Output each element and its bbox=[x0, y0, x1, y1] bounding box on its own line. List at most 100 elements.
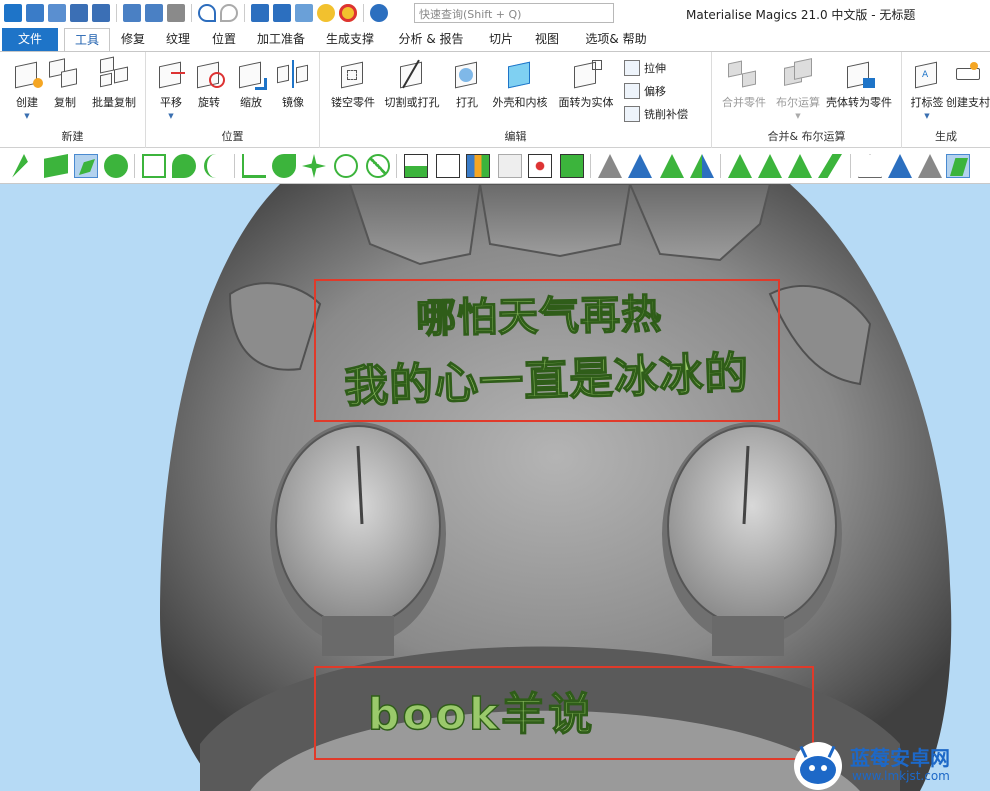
select-part-icon[interactable] bbox=[251, 4, 269, 22]
select-wave-icon[interactable] bbox=[242, 154, 266, 178]
shell-to-part-button[interactable]: 壳体转为零件 bbox=[824, 58, 894, 110]
delete-triangle-icon[interactable] bbox=[728, 154, 752, 178]
tab-generate-support[interactable]: 生成支撑 bbox=[320, 28, 380, 51]
separator bbox=[191, 4, 192, 22]
label-label: 打标签 bbox=[910, 96, 944, 109]
cube-color-icon[interactable] bbox=[466, 154, 490, 178]
save-icon[interactable] bbox=[70, 4, 88, 22]
hollow-part-icon bbox=[337, 58, 369, 90]
select-triangle-icon[interactable] bbox=[12, 154, 36, 178]
tab-options-help[interactable]: 选项& 帮助 bbox=[580, 28, 652, 51]
select-box-icon[interactable] bbox=[142, 154, 166, 178]
shell-core-button[interactable]: 外壳和内核 bbox=[490, 58, 550, 110]
triangle-blue-icon[interactable] bbox=[628, 154, 652, 178]
select-sector-icon[interactable] bbox=[366, 154, 390, 178]
embossed-text-line3: book羊说 bbox=[367, 688, 596, 740]
triangle-flip-icon[interactable] bbox=[660, 154, 684, 178]
new-file-icon[interactable] bbox=[26, 4, 44, 22]
settings-gear-icon[interactable] bbox=[370, 4, 388, 22]
boolean-op-button[interactable]: 布尔运算 ▼ bbox=[770, 58, 826, 120]
hide-triangle-icon[interactable] bbox=[858, 154, 882, 178]
select-star-icon[interactable] bbox=[302, 154, 326, 178]
cube-green-icon[interactable] bbox=[404, 154, 428, 178]
save-as-icon[interactable] bbox=[92, 4, 110, 22]
unload-part-icon[interactable] bbox=[167, 4, 185, 22]
cube-gray-icon[interactable] bbox=[498, 154, 522, 178]
3d-viewport[interactable]: 哪怕天气再热 我的心一直是冰冰的 book羊说 bbox=[0, 184, 990, 791]
copy-button[interactable]: 复制 bbox=[40, 58, 90, 110]
select-all-icon[interactable] bbox=[273, 4, 291, 22]
merge-parts-button[interactable]: 合并零件 bbox=[716, 58, 772, 110]
app-logo-icon[interactable] bbox=[4, 4, 22, 22]
tab-tools[interactable]: 工具 bbox=[64, 28, 110, 52]
quick-search-input[interactable]: 快速查询(Shift + Q) bbox=[414, 3, 614, 23]
expand-triangle-icon[interactable] bbox=[758, 154, 782, 178]
tab-analysis-report[interactable]: 分析 & 报告 bbox=[394, 28, 468, 51]
eye-left-base bbox=[322, 616, 394, 656]
hollow-part-button[interactable]: 镂空零件 bbox=[328, 58, 378, 110]
mill-compensation-icon bbox=[624, 106, 640, 122]
zoom-cancel-icon[interactable] bbox=[339, 4, 357, 22]
mill-comp-button[interactable]: 铣削补偿 bbox=[624, 106, 688, 122]
eye-right bbox=[667, 425, 837, 627]
batch-copy-label: 批量复制 bbox=[92, 96, 136, 109]
tab-position[interactable]: 位置 bbox=[204, 28, 244, 51]
invert-triangle-icon[interactable] bbox=[918, 154, 942, 178]
create-support-button[interactable]: 创建支村 bbox=[946, 58, 990, 110]
punch-icon bbox=[451, 58, 483, 90]
triangle-blue-green-icon[interactable] bbox=[690, 154, 714, 178]
copy-triangle-icon[interactable] bbox=[788, 154, 812, 178]
import-part-icon[interactable] bbox=[123, 4, 141, 22]
embossed-text-line1: 哪怕天气再热 bbox=[415, 291, 663, 343]
split-triangle-icon[interactable] bbox=[818, 154, 842, 178]
cube-white-icon[interactable] bbox=[436, 154, 460, 178]
cube-grid-icon[interactable] bbox=[560, 154, 584, 178]
undo-icon[interactable] bbox=[198, 4, 216, 22]
select-surface-icon[interactable] bbox=[74, 154, 98, 178]
cut-punch-button[interactable]: 切割或打孔 bbox=[382, 58, 442, 110]
select-shell-icon[interactable] bbox=[104, 154, 128, 178]
triangle-gray-icon[interactable] bbox=[598, 154, 622, 178]
chevron-down-icon[interactable]: ▼ bbox=[770, 112, 826, 120]
group-new: 创建 ▼ 复制 批量复制 新建 bbox=[0, 52, 146, 148]
select-fan-icon[interactable] bbox=[272, 154, 296, 178]
label-button[interactable]: A 打标签 ▼ bbox=[902, 58, 952, 120]
separator bbox=[134, 154, 135, 178]
chevron-down-icon[interactable]: ▼ bbox=[146, 112, 196, 120]
scale-icon bbox=[235, 58, 267, 90]
chevron-down-icon[interactable]: ▼ bbox=[902, 112, 952, 120]
show-triangle-icon[interactable] bbox=[888, 154, 912, 178]
tab-texture[interactable]: 纹理 bbox=[158, 28, 198, 51]
tab-file[interactable]: 文件 bbox=[2, 28, 58, 51]
save-part-icon[interactable] bbox=[145, 4, 163, 22]
chevron-down-icon[interactable]: ▼ bbox=[2, 112, 52, 120]
punch-button[interactable]: 打孔 bbox=[442, 58, 492, 110]
batch-copy-button[interactable]: 批量复制 bbox=[88, 56, 140, 110]
cube-target-icon[interactable] bbox=[528, 154, 552, 178]
select-plane-icon[interactable] bbox=[44, 154, 68, 178]
group-generate: A 打标签 ▼ 创建支村 生成 bbox=[902, 52, 990, 148]
tab-build-prep[interactable]: 加工准备 bbox=[252, 28, 310, 51]
scale-label: 缩放 bbox=[240, 96, 262, 109]
zoom-icon[interactable] bbox=[317, 4, 335, 22]
separator bbox=[234, 154, 235, 178]
visibility-plane-icon[interactable] bbox=[946, 154, 970, 178]
merge-parts-label: 合并零件 bbox=[722, 96, 766, 109]
select-curve-icon[interactable] bbox=[204, 154, 228, 178]
watermark-url: www.lmkjst.com bbox=[852, 769, 950, 783]
surface-to-solid-button[interactable]: 面转为实体 bbox=[556, 58, 616, 110]
select-lasso-icon[interactable] bbox=[172, 154, 196, 178]
offset-button[interactable]: 偏移 bbox=[624, 83, 666, 99]
zoom-part-icon[interactable] bbox=[295, 4, 313, 22]
batch-copy-icon bbox=[98, 56, 130, 90]
tab-view[interactable]: 视图 bbox=[528, 28, 566, 51]
open-file-icon[interactable] bbox=[48, 4, 66, 22]
extrude-button[interactable]: 拉伸 bbox=[624, 60, 666, 76]
mirror-button[interactable]: 镜像 bbox=[268, 58, 318, 110]
tab-slice[interactable]: 切片 bbox=[482, 28, 520, 51]
select-sphere-icon[interactable] bbox=[334, 154, 358, 178]
eye-right-base bbox=[712, 616, 784, 656]
group-label-generate: 生成 bbox=[935, 130, 957, 143]
redo-icon[interactable] bbox=[220, 4, 238, 22]
tab-repair[interactable]: 修复 bbox=[114, 28, 152, 51]
